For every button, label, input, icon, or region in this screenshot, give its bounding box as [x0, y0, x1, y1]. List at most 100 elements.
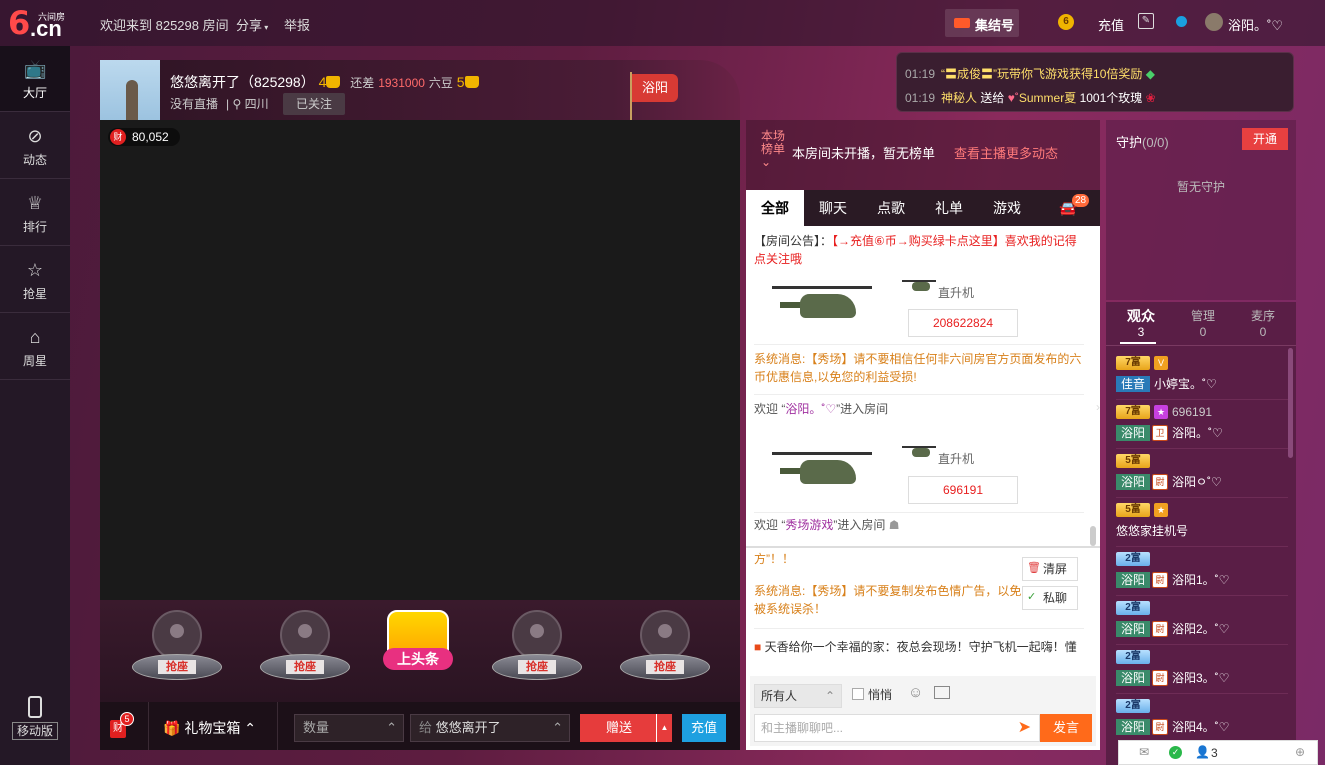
- vip-icon: V: [1154, 356, 1168, 370]
- send-options-icon[interactable]: ▲: [656, 714, 672, 742]
- collapse-arrow-icon[interactable]: ›: [1096, 400, 1104, 430]
- notification-time: 01:19: [905, 67, 936, 81]
- list-item[interactable]: 2富 浴阳 尉 浴阳3。˚♡: [1116, 646, 1288, 694]
- username[interactable]: 浴阳。˚♡: [1228, 15, 1283, 34]
- seat-4[interactable]: 抢座: [616, 610, 712, 690]
- sidebar-item-lobby[interactable]: 📺 大厅: [0, 46, 70, 112]
- tab-game[interactable]: 游戏: [978, 190, 1036, 226]
- gift-box-button[interactable]: 🎁 礼物宝箱 ⌃: [148, 702, 278, 750]
- sidebar-item-dynamic[interactable]: ⊘ 动态: [0, 113, 70, 179]
- emoji-icon[interactable]: ☺: [908, 684, 923, 701]
- sidebar-item-grabstar[interactable]: ☆ 抢星: [0, 247, 70, 313]
- list-item[interactable]: 2富 浴阳 尉 浴阳2。˚♡: [1116, 597, 1288, 645]
- site-logo[interactable]: 6 .cn 六间房: [8, 6, 70, 41]
- broadcast-message: ■ 天香给你一个幸福的家：夜总会现场！守护飞机一起嗨！懂: [754, 638, 1084, 656]
- wealth-level-badge: 7富: [1116, 405, 1150, 419]
- guard-icon: 尉: [1152, 670, 1168, 686]
- fan-medal: 浴阳: [1116, 474, 1150, 490]
- sidebar-item-weekstar[interactable]: ⌂ 周星: [0, 314, 70, 380]
- whisper-checkbox[interactable]: [852, 688, 864, 700]
- seat-label: 抢座: [158, 660, 196, 674]
- headline-button[interactable]: 上头条: [383, 608, 453, 688]
- list-item[interactable]: 7富 V 佳音 小婷宝。˚♡: [1116, 352, 1288, 400]
- chat-controls: 所有人 ⌃ 悄悄 ☺ 和主播聊聊吧... ➤ 发言: [750, 676, 1096, 746]
- chat-scrollbar[interactable]: [1090, 526, 1096, 546]
- share-menu[interactable]: 分享 ▾: [236, 15, 268, 34]
- divider: [1106, 345, 1296, 346]
- recipient-select[interactable]: 给 悠悠离开了 ⌃: [410, 714, 570, 742]
- helicopter-icon: [902, 276, 936, 296]
- recipient-name: 悠悠离开了: [435, 720, 501, 735]
- rank-toggle[interactable]: 本场 榜单 ⌄: [761, 130, 785, 169]
- anchor-name[interactable]: 悠悠离开了（825298）: [170, 74, 315, 90]
- list-item[interactable]: 2富 浴阳 尉 浴阳4。˚♡: [1116, 695, 1288, 743]
- quantity-input[interactable]: 数量 ⌃: [294, 714, 404, 742]
- audience-scrollbar[interactable]: [1288, 348, 1293, 458]
- fan-medal: 浴阳: [1116, 621, 1150, 637]
- image-icon[interactable]: [934, 686, 950, 699]
- clear-screen-button[interactable]: 🗑 清屏: [1022, 557, 1078, 581]
- anchor-avatar[interactable]: [100, 60, 160, 120]
- report-link[interactable]: 举报: [284, 15, 310, 34]
- seat-3[interactable]: 抢座: [488, 610, 584, 690]
- tab-mic-queue[interactable]: 麦序 0: [1232, 308, 1294, 340]
- chat-recipient-select[interactable]: 所有人 ⌃: [754, 684, 842, 708]
- person-icon: [658, 624, 672, 638]
- seat-1[interactable]: 抢座: [128, 610, 224, 690]
- gift-name: 直升机: [938, 286, 975, 300]
- recharge-link[interactable]: 充值: [1098, 15, 1124, 34]
- guard-open-button[interactable]: 开通: [1242, 128, 1288, 150]
- gap-value: 1931000: [378, 76, 425, 90]
- jijiehao-button[interactable]: 集结号: [945, 9, 1019, 37]
- tab-car[interactable]: 🚘 28: [1036, 190, 1100, 226]
- tab-label: 观众: [1127, 308, 1155, 324]
- welcome-message: 欢迎 “秀场游戏”进入房间 ☗: [754, 516, 1084, 534]
- quantity-placeholder: 数量: [303, 720, 330, 735]
- welcome-user[interactable]: 秀场游戏: [785, 518, 833, 532]
- car-count-badge: 28: [1072, 194, 1090, 207]
- tab-gift-list[interactable]: 礼单: [920, 190, 978, 226]
- recharge-button[interactable]: 充值: [682, 714, 726, 742]
- sidebar-item-rank[interactable]: ♕ 排行: [0, 180, 70, 246]
- guard-title-label: 守护: [1116, 135, 1143, 150]
- tab-song[interactable]: 点歌: [862, 190, 920, 226]
- tab-audience[interactable]: 观众 3: [1110, 308, 1172, 340]
- user-id: 696191: [1172, 405, 1213, 419]
- send-gift-button[interactable]: 赠送: [580, 714, 658, 742]
- follow-button[interactable]: 已关注: [283, 93, 345, 115]
- jijiehao-label: 集结号: [975, 18, 1015, 33]
- mobile-version[interactable]: 移动版: [0, 696, 70, 740]
- chat-input[interactable]: 和主播聊聊吧... ➤: [754, 714, 1040, 742]
- list-item[interactable]: 2富 浴阳 尉 浴阳1。˚♡: [1116, 548, 1288, 596]
- online-icon[interactable]: ✓: [1169, 746, 1182, 759]
- wealth-badge: 5: [120, 712, 134, 726]
- user-name: 浴阳3。˚♡: [1172, 671, 1230, 685]
- fan-medal: 浴阳: [1116, 670, 1150, 686]
- user-avatar[interactable]: [1205, 13, 1223, 31]
- notification-target: Summer夏: [1018, 91, 1077, 105]
- rank-link[interactable]: 查看主播更多动态: [954, 143, 1058, 162]
- chevron-up-icon: ⌃: [824, 689, 835, 703]
- wealth-value: 80,052: [132, 130, 169, 144]
- fan-flag[interactable]: 浴阳: [632, 74, 678, 102]
- user-name: 小婷宝。˚♡: [1154, 377, 1217, 391]
- seat-2[interactable]: 抢座: [256, 610, 352, 690]
- list-item[interactable]: 5富 浴阳 尉 浴阳ㅇ˚♡: [1116, 450, 1288, 498]
- tab-all[interactable]: 全部: [746, 190, 804, 226]
- rose-icon: ❀: [1142, 91, 1156, 105]
- anchor-info: 悠悠离开了（825298） 4 还差 1931000 六豆 5: [170, 72, 479, 92]
- list-item[interactable]: 5富 ★ 悠悠家挂机号: [1116, 499, 1288, 547]
- guard-icon: 尉: [1152, 474, 1168, 490]
- wealth-button[interactable]: 财5: [110, 712, 134, 738]
- private-chat-button[interactable]: ✓ 私聊: [1022, 586, 1078, 610]
- welcome-user[interactable]: 浴阳。˚♡: [785, 402, 836, 416]
- zoom-icon[interactable]: ⊕: [1295, 745, 1305, 759]
- tab-admin[interactable]: 管理 0: [1172, 308, 1234, 340]
- tab-chat[interactable]: 聊天: [804, 190, 862, 226]
- video-player[interactable]: [100, 120, 740, 600]
- list-item[interactable]: 7富 ★ 696191 浴阳 卫 浴阳。˚♡: [1116, 401, 1288, 449]
- mail-icon[interactable]: ✉: [1139, 745, 1149, 759]
- chat-send-button[interactable]: 发言: [1040, 714, 1092, 742]
- edit-icon[interactable]: ✎: [1138, 13, 1154, 29]
- wealth-level-badge: 2富: [1116, 552, 1150, 566]
